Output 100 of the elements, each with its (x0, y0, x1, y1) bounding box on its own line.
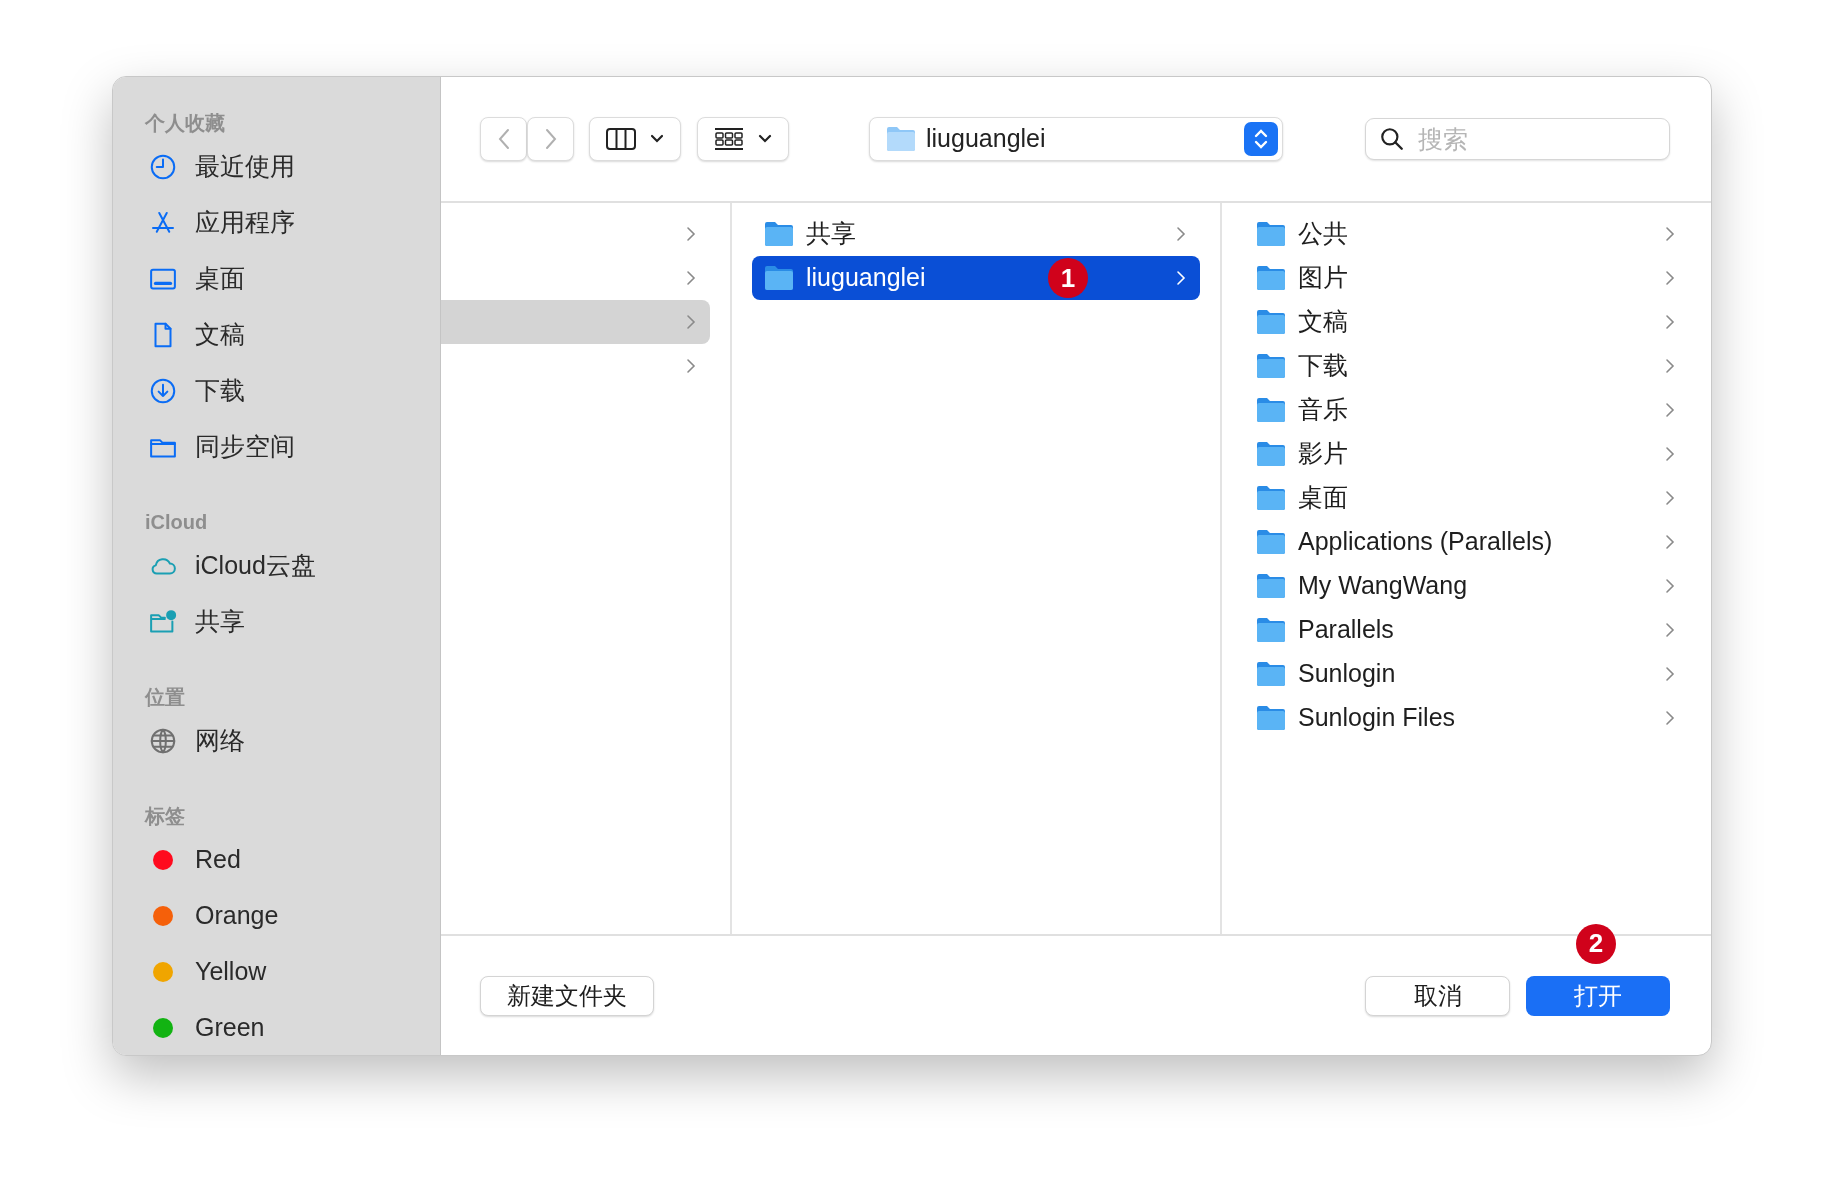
folder-icon (764, 221, 794, 247)
chevron-right-icon (686, 226, 696, 242)
folder-name: 桌面 (1298, 482, 1348, 514)
chevron-right-icon (1665, 270, 1675, 286)
folder-icon (1256, 573, 1286, 599)
sidebar-item[interactable]: 共享 (195, 603, 245, 641)
sidebar-item[interactable]: 文稿 (195, 316, 245, 354)
new-folder-button[interactable]: 新建文件夹 (480, 975, 654, 1016)
download-icon (148, 376, 178, 406)
folder-name: liuguanglei (806, 262, 926, 294)
column-row[interactable]: Sunlogin Files (1256, 696, 1675, 740)
column-row[interactable]: 音乐 (1256, 388, 1675, 432)
search-icon (1379, 126, 1405, 152)
folder-icon (1256, 705, 1286, 731)
column-row[interactable]: 公共 (1256, 212, 1675, 256)
clock-icon (148, 152, 178, 182)
globe-icon (148, 726, 178, 756)
chevron-left-icon (496, 128, 511, 150)
folder-name: My WangWang (1298, 570, 1468, 602)
chevron-right-icon (1665, 358, 1675, 374)
chevron-right-icon (1176, 270, 1186, 286)
chevron-right-icon (1665, 666, 1675, 682)
sidebar-item[interactable]: Orange (195, 897, 279, 935)
folder-icon (1256, 529, 1286, 555)
section-header: 标签 (145, 804, 185, 829)
step-badge: 2 (1576, 923, 1616, 964)
path-label: liuguanglei (926, 123, 1046, 155)
chevron-right-icon (1665, 402, 1675, 418)
sidebar-item[interactable]: 最近使用 (195, 148, 295, 186)
folder-name: Sunlogin (1298, 658, 1396, 690)
column-row[interactable]: 影片 (1256, 432, 1675, 476)
chevron-right-icon (1665, 314, 1675, 330)
folder-icon (886, 126, 916, 152)
sidebar-item[interactable]: 同步空间 (195, 428, 295, 466)
column-row[interactable]: 桌面 (1256, 476, 1675, 520)
forward-button[interactable] (527, 117, 574, 161)
folder-name: Sunlogin Files (1298, 702, 1456, 734)
chevron-right-icon (686, 270, 696, 286)
chevron-right-icon (1665, 226, 1675, 242)
column-row[interactable]: 下载 (1256, 344, 1675, 388)
back-button[interactable] (480, 117, 527, 161)
folder-icon (1256, 441, 1286, 467)
view-mode-button[interactable] (589, 117, 681, 161)
chevron-right-icon (686, 358, 696, 374)
section-header: 个人收藏 (145, 111, 225, 136)
folder-name: Parallels (1298, 614, 1394, 646)
column-row[interactable]: 图片 (1256, 256, 1675, 300)
section-header: iCloud (145, 510, 208, 535)
group-button[interactable] (697, 117, 789, 161)
column-row[interactable]: Sunlogin (1256, 652, 1675, 696)
chevron-right-icon (1665, 578, 1675, 594)
folder-icon (1256, 397, 1286, 423)
sidebar-item[interactable]: Red (195, 841, 241, 879)
section-header: 位置 (145, 685, 185, 710)
column-row[interactable]: Parallels (1256, 608, 1675, 652)
path-popup[interactable]: liuguanglei (869, 117, 1283, 161)
column-row[interactable]: liuguanglei 1 (752, 256, 1200, 300)
chevron-right-icon (686, 314, 696, 330)
caret-icon (650, 134, 664, 144)
chevron-right-icon (543, 128, 558, 150)
open-button[interactable]: 打开 (1526, 975, 1670, 1016)
sidebar-item[interactable]: Yellow (195, 953, 267, 991)
folder-name: 图片 (1298, 262, 1348, 294)
grid-icon (714, 127, 744, 151)
sidebar-item[interactable]: 下载 (195, 372, 245, 410)
chevron-right-icon (1665, 622, 1675, 638)
cancel-button[interactable]: 取消 (1365, 975, 1510, 1016)
step-badge: 1 (1048, 258, 1088, 298)
chevron-right-icon (1665, 534, 1675, 550)
stepper-icon (1244, 122, 1278, 156)
folder-name: 文稿 (1298, 306, 1348, 338)
columns-icon (606, 128, 636, 150)
sidebar-item[interactable]: Green (195, 1009, 265, 1047)
folder-name: 影片 (1298, 438, 1348, 470)
folder-name: 音乐 (1298, 394, 1348, 426)
column-row[interactable]: My WangWang (1256, 564, 1675, 608)
chevron-right-icon (1176, 226, 1186, 242)
column-row[interactable]: 文稿 (1256, 300, 1675, 344)
folder-icon (1256, 353, 1286, 379)
column-row[interactable]: Applications (Parallels) (1256, 520, 1675, 564)
chevron-right-icon (1665, 490, 1675, 506)
sidebar-item[interactable]: iCloud云盘 (195, 547, 316, 585)
folder-icon (1256, 309, 1286, 335)
folder-name: Applications (Parallels) (1298, 526, 1553, 558)
folder-icon (1256, 221, 1286, 247)
chevron-right-icon (1665, 710, 1675, 726)
sidebar-item[interactable]: 网络 (195, 722, 245, 760)
folder-name: 下载 (1298, 350, 1348, 382)
column-row[interactable] (441, 300, 710, 344)
caret-icon (758, 134, 772, 144)
folder-icon (1256, 265, 1286, 291)
folder-icon (1256, 617, 1286, 643)
folder-icon (1256, 485, 1286, 511)
column-row[interactable]: 共享 (752, 212, 1200, 256)
search-field[interactable]: 搜索 (1365, 118, 1670, 160)
sidebar-item[interactable]: 应用程序 (195, 204, 295, 242)
sidebar-item[interactable]: 桌面 (195, 260, 245, 298)
folder-icon (1256, 661, 1286, 687)
folder-icon (764, 265, 794, 291)
folder-name: 公共 (1298, 218, 1348, 250)
